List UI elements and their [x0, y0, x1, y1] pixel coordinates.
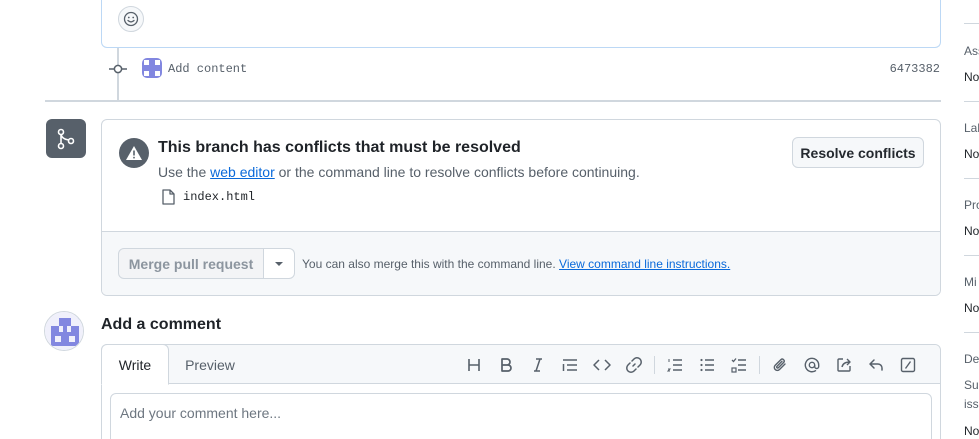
git-merge-icon	[46, 119, 86, 158]
smiley-icon	[123, 11, 139, 27]
attach-icon[interactable]	[764, 353, 796, 377]
markdown-toolbar	[458, 353, 924, 377]
toolbar-divider	[654, 356, 655, 374]
sidebar-heading-projects[interactable]: Pro	[964, 198, 979, 212]
resolve-conflicts-button[interactable]: Resolve conflicts	[792, 137, 924, 168]
conflicts-description: Use the web editor or the command line t…	[158, 164, 640, 180]
web-editor-link[interactable]: web editor	[210, 164, 275, 180]
conflicts-section: This branch has conflicts that must be r…	[102, 120, 940, 231]
merge-options-dropdown[interactable]	[263, 248, 295, 279]
previous-comment-box	[101, 0, 941, 48]
triangle-down-icon	[275, 261, 283, 266]
reference-icon[interactable]	[828, 353, 860, 377]
sidebar-value-labels: No	[964, 147, 979, 161]
conflict-file-row: index.html	[161, 189, 255, 205]
link-icon[interactable]	[618, 353, 650, 377]
sidebar-heading-development[interactable]: De	[964, 352, 979, 366]
mention-icon[interactable]	[796, 353, 828, 377]
tab-write[interactable]: Write	[101, 344, 169, 385]
sidebar-value-development-3: No	[964, 424, 979, 438]
slash-command-icon[interactable]	[892, 353, 924, 377]
task-list-icon[interactable]	[723, 353, 755, 377]
code-icon[interactable]	[586, 353, 618, 377]
sidebar-divider	[964, 101, 979, 102]
merge-pull-request-button[interactable]: Merge pull request	[118, 248, 264, 279]
toolbar-divider	[759, 356, 760, 374]
conflicts-desc-text-end: or the command line to resolve conflicts…	[274, 164, 640, 180]
sidebar-value-milestone: No	[964, 301, 979, 315]
ordered-list-icon[interactable]	[659, 353, 691, 377]
sidebar-value-development-1: Suc	[964, 378, 979, 392]
conflicts-title: This branch has conflicts that must be r…	[158, 139, 521, 156]
comment-textarea[interactable]: Add your comment here...	[110, 393, 932, 439]
italic-icon[interactable]	[522, 353, 554, 377]
timeline-divider	[45, 100, 941, 102]
merge-note-text: You can also merge this with the command…	[302, 257, 556, 271]
command-line-instructions-link[interactable]: View command line instructions.	[559, 257, 730, 271]
merge-status-box: This branch has conflicts that must be r…	[101, 119, 941, 296]
add-comment-heading: Add a comment	[101, 316, 222, 333]
file-icon	[162, 189, 175, 205]
reply-icon[interactable]	[860, 353, 892, 377]
editor-header: Write Preview	[101, 344, 940, 385]
sidebar-heading-assignees[interactable]: Ass	[964, 44, 979, 58]
merge-action-bar: Merge pull request You can also merge th…	[102, 231, 940, 295]
alert-icon	[119, 138, 149, 168]
sidebar-value-projects: No	[964, 224, 979, 238]
tab-preview[interactable]: Preview	[169, 345, 251, 384]
comment-editor: Write Preview Add your comment here...	[101, 344, 941, 439]
sidebar-value-development-2: iss	[964, 397, 979, 411]
quote-icon[interactable]	[554, 353, 586, 377]
pr-sidebar: Ass No Lab No Pro No Mi No De Suc iss No	[964, 0, 979, 439]
git-commit-icon	[109, 60, 127, 78]
sidebar-divider	[964, 332, 979, 333]
add-reaction-button[interactable]	[118, 6, 144, 32]
commit-author-avatar[interactable]	[142, 58, 162, 78]
commit-sha[interactable]: 6473382	[878, 62, 940, 76]
sidebar-divider	[964, 23, 979, 24]
unordered-list-icon[interactable]	[691, 353, 723, 377]
bold-icon[interactable]	[490, 353, 522, 377]
conflicts-desc-text: Use the	[158, 164, 211, 180]
sidebar-heading-labels[interactable]: Lab	[964, 121, 979, 135]
sidebar-divider	[964, 178, 979, 179]
conflict-file-name: index.html	[183, 190, 256, 204]
commit-message[interactable]: Add content	[168, 62, 247, 76]
sidebar-heading-milestone[interactable]: Mi	[964, 275, 977, 289]
merge-note: You can also merge this with the command…	[302, 257, 730, 271]
avatar[interactable]	[44, 311, 84, 351]
sidebar-divider	[964, 255, 979, 256]
sidebar-value-assignees: No	[964, 70, 979, 84]
heading-icon[interactable]	[458, 353, 490, 377]
